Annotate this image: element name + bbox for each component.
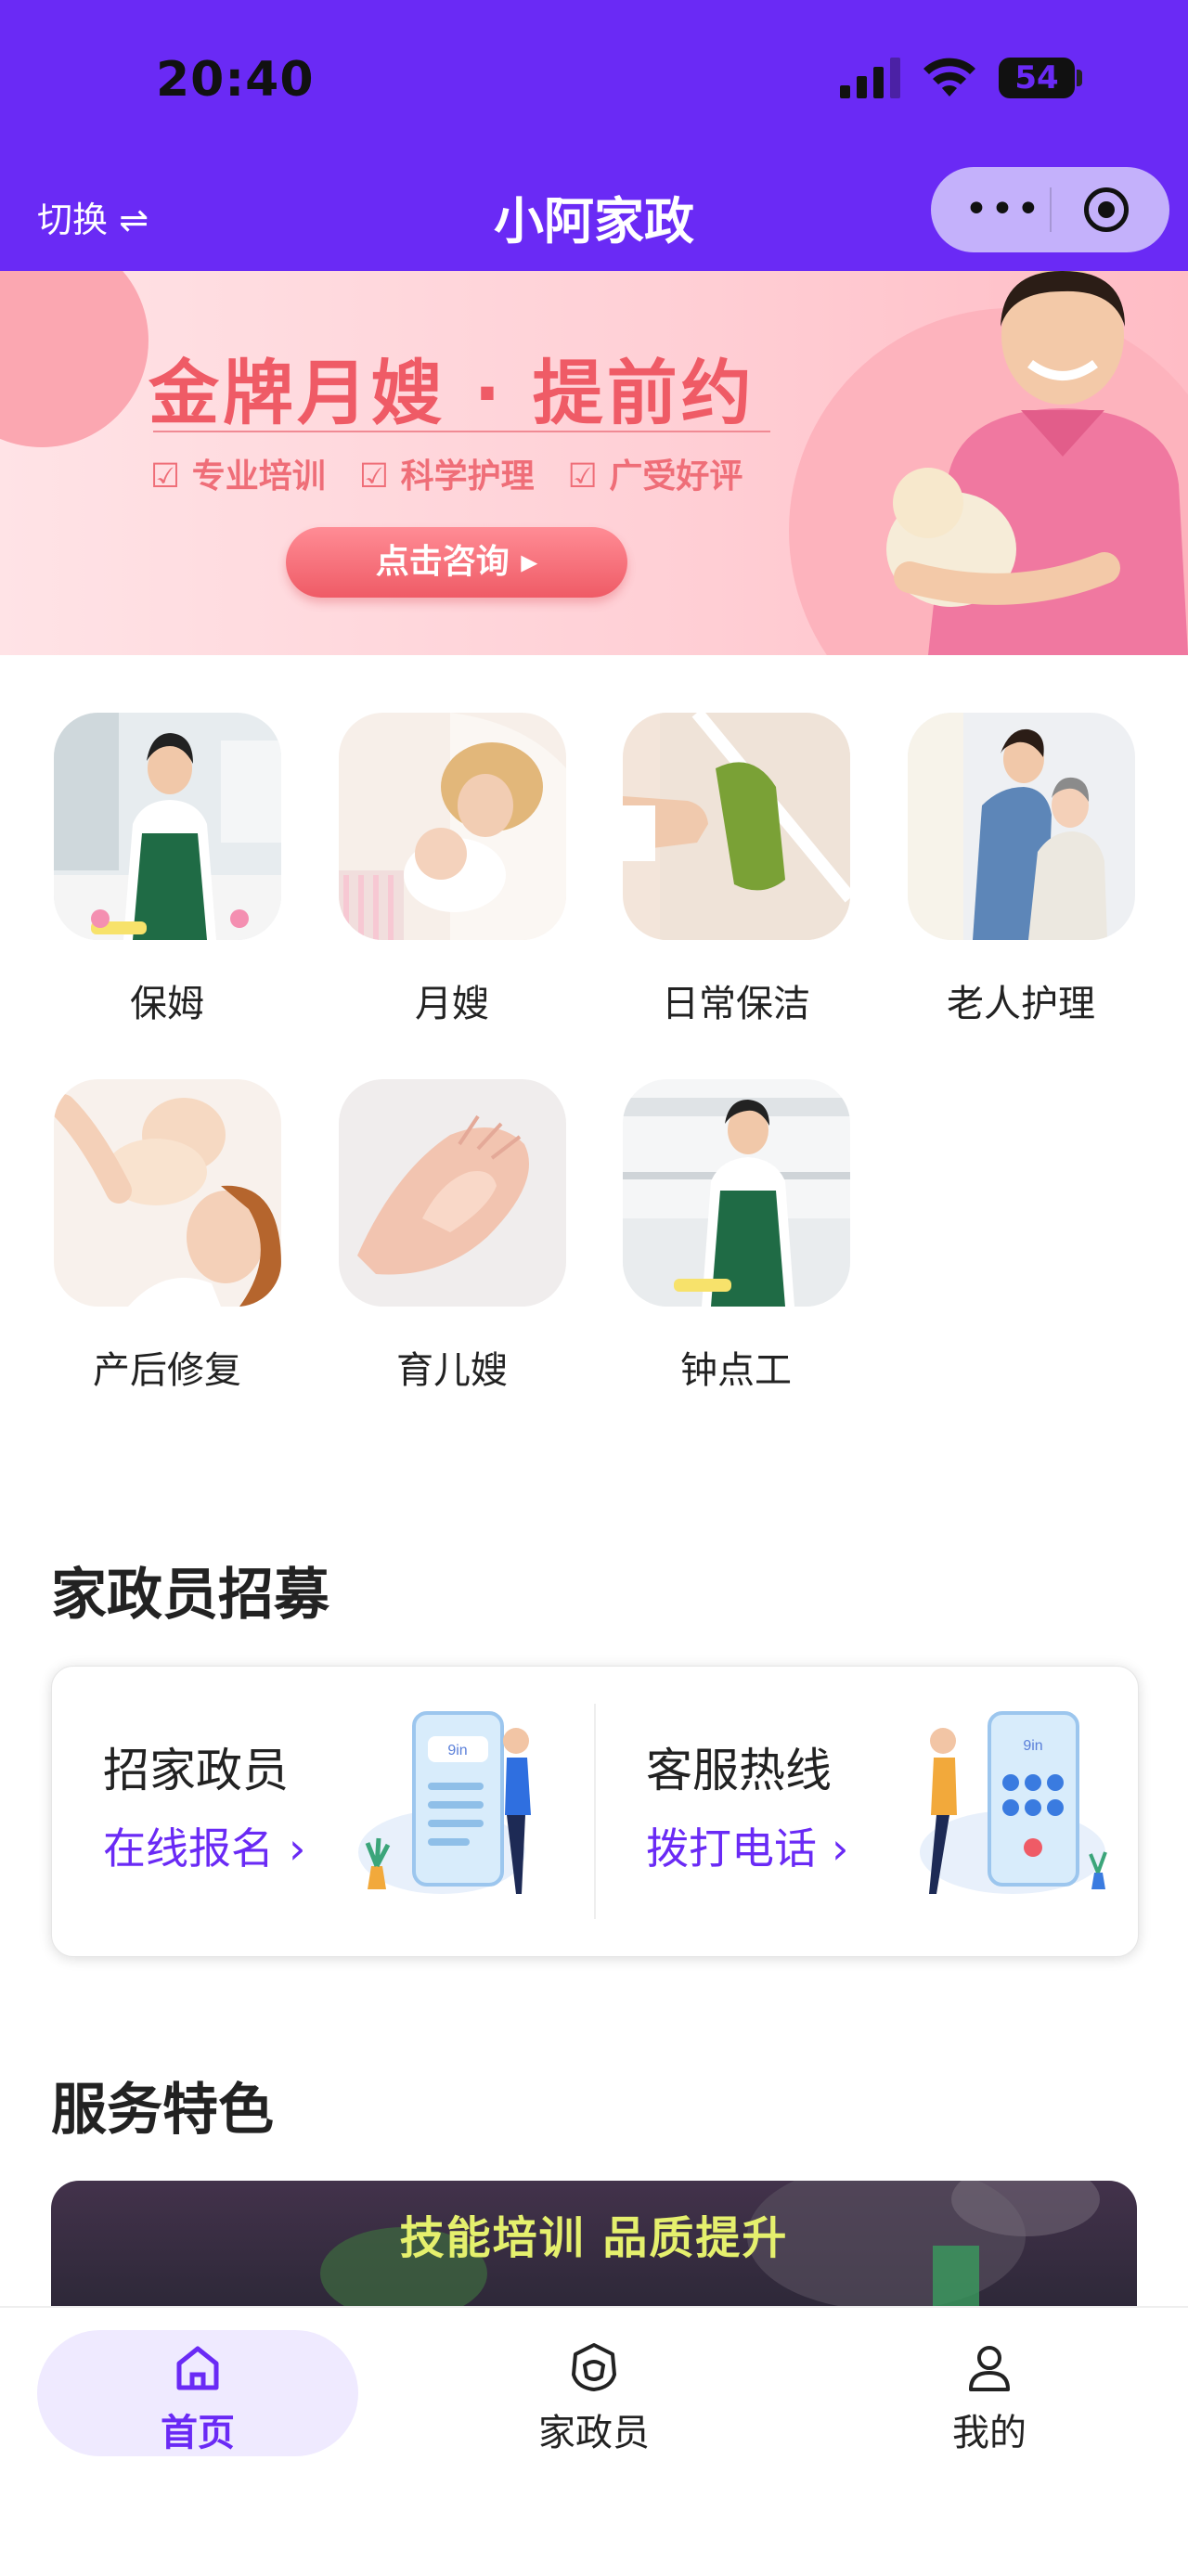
status-bar: 20:40 54 — [0, 0, 1188, 158]
service-label: 老人护理 — [947, 983, 1095, 1025]
service-item-elderly[interactable]: 老人护理 — [905, 713, 1137, 1028]
cleaning-photo — [622, 713, 850, 940]
hourly-worker-photo — [622, 1079, 850, 1307]
service-label: 钟点工 — [680, 1349, 792, 1392]
battery-icon: 54 — [999, 58, 1075, 98]
recruit-staff-entry[interactable]: 招家政员 在线报名 › 9in — [52, 1667, 595, 1956]
consult-button[interactable]: 点击咨询 ▸ — [286, 527, 627, 598]
recruit-staff-title: 招家政员 — [103, 1744, 289, 1797]
banner-title: 金牌月嫂 · 提前约 — [148, 352, 755, 434]
service-label: 日常保洁 — [662, 983, 810, 1025]
service-item-nanny[interactable]: 保姆 — [51, 713, 283, 1028]
call-phone-link[interactable]: 拨打电话 › — [646, 1815, 848, 1876]
postpartum-illustration — [53, 1079, 281, 1307]
tab-bar: 首页 家政员 我的 — [0, 2306, 1188, 2576]
nav-bar: 切换 ⇌ 小阿家政 ••• — [0, 158, 1188, 271]
recruit-section-title: 家政员招募 — [51, 1563, 329, 1628]
status-time: 20:40 — [156, 52, 315, 108]
chevron-right-icon: › — [832, 1823, 849, 1874]
svg-text:9in: 9in — [447, 1743, 467, 1758]
tab-profile[interactable]: 我的 — [829, 2330, 1150, 2456]
capsule-divider — [1050, 187, 1052, 232]
wifi-icon — [923, 58, 975, 97]
profile-icon — [969, 2346, 1010, 2391]
childcare-photo — [338, 1079, 566, 1307]
banner-tag: ☑ 科学护理 — [358, 457, 535, 496]
tab-home-label: 首页 — [161, 2412, 235, 2454]
service-item-maternity[interactable]: 月嫂 — [336, 713, 568, 1028]
elderly-illustration — [907, 713, 1135, 940]
banner-decor-circle — [0, 271, 148, 447]
service-item-childcare[interactable]: 育儿嫂 — [336, 1079, 568, 1395]
features-section-title: 服务特色 — [51, 2078, 274, 2143]
tab-staff[interactable]: 家政员 — [433, 2330, 755, 2456]
service-label: 育儿嫂 — [396, 1349, 508, 1392]
battery-cap — [1077, 70, 1082, 86]
service-label: 保姆 — [130, 983, 204, 1025]
online-signup-link[interactable]: 在线报名 › — [103, 1815, 305, 1876]
phone-call-illustration: 9in — [920, 1711, 1107, 1894]
feature-banner-text: 技能培训 品质提升 — [399, 2212, 789, 2264]
service-label: 产后修复 — [93, 1349, 241, 1392]
hourly-illustration — [622, 1079, 850, 1307]
home-icon — [176, 2346, 219, 2390]
service-item-cleaning[interactable]: 日常保洁 — [620, 713, 852, 1028]
promo-banner[interactable]: 金牌月嫂 · 提前约 ☑ 专业培训 ☑ 科学护理 ☑ 广受好评 点击咨询 ▸ — [0, 271, 1188, 655]
phone-signup-illustration: 9in — [358, 1711, 531, 1894]
service-label: 月嫂 — [415, 983, 489, 1025]
banner-tags: ☑ 专业培训 ☑ 科学护理 ☑ 广受好评 — [150, 449, 742, 497]
tab-profile-label: 我的 — [952, 2412, 1027, 2454]
call-phone-label: 拨打电话 — [646, 1823, 817, 1874]
banner-divider — [153, 431, 770, 432]
service-item-postpartum[interactable]: 产后修复 — [51, 1079, 283, 1395]
online-signup-label: 在线报名 — [103, 1823, 274, 1874]
tab-home[interactable]: 首页 — [37, 2330, 358, 2456]
nurse-holding-baby-image — [886, 271, 1188, 655]
postpartum-photo — [53, 1079, 281, 1307]
maternity-nurse-photo — [338, 713, 566, 940]
hotline-entry[interactable]: 客服热线 拨打电话 › 9in — [595, 1667, 1138, 1956]
staff-icon — [572, 2343, 616, 2391]
svg-text:9in: 9in — [1023, 1738, 1042, 1754]
nanny-photo — [53, 713, 281, 940]
more-icon[interactable]: ••• — [964, 186, 1040, 234]
banner-tag: ☑ 专业培训 — [150, 457, 326, 496]
signal-icon — [840, 58, 900, 98]
nanny-illustration — [53, 713, 281, 940]
chevron-right-icon: › — [289, 1823, 306, 1874]
cleaning-illustration — [622, 713, 850, 940]
close-target-icon[interactable] — [1084, 187, 1129, 232]
feature-banner[interactable]: 技能培训 品质提升 — [51, 2181, 1137, 2311]
tab-staff-label: 家政员 — [538, 2412, 650, 2454]
banner-tag: ☑ 广受好评 — [567, 457, 743, 496]
elderly-care-photo — [907, 713, 1135, 940]
hotline-title: 客服热线 — [646, 1744, 832, 1797]
switch-button[interactable]: 切换 ⇌ — [37, 191, 148, 242]
service-item-hourly[interactable]: 钟点工 — [620, 1079, 852, 1395]
childcare-illustration — [338, 1079, 566, 1307]
recruit-card: 招家政员 在线报名 › 9in 客服热线 拨打电话 › 9in — [51, 1666, 1139, 1957]
maternity-illustration — [338, 713, 566, 940]
miniprogram-capsule: ••• — [931, 167, 1169, 252]
